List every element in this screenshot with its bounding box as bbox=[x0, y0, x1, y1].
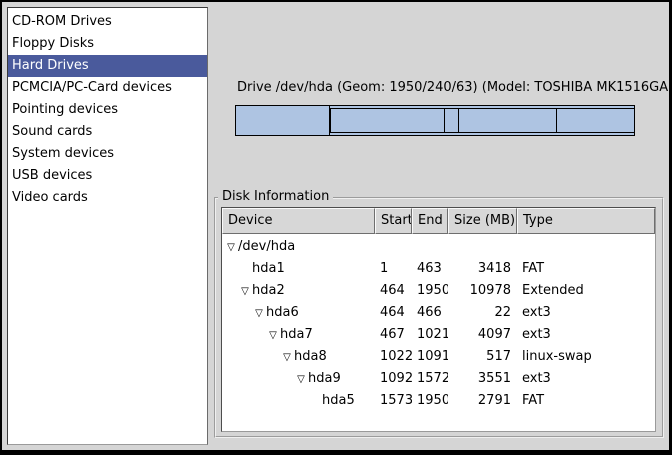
expander-open-icon[interactable]: ▽ bbox=[252, 303, 266, 324]
size-cell: 3418 bbox=[448, 258, 517, 280]
type-cell: ext3 bbox=[517, 324, 655, 346]
table-row-hda5[interactable]: hda5 157319502791FAT bbox=[222, 390, 655, 412]
table-row-hda6[interactable]: ▽hda646446622ext3 bbox=[222, 302, 655, 324]
table-row-hda7[interactable]: ▽hda746710214097ext3 bbox=[222, 324, 655, 346]
table-row-dev-hda[interactable]: ▽/dev/hda bbox=[222, 236, 655, 258]
table-body: ▽/dev/hdahda114633418FAT▽hda246419501097… bbox=[222, 234, 655, 431]
end-cell: 1021 bbox=[412, 324, 448, 346]
start-cell bbox=[375, 236, 412, 258]
size-cell: 517 bbox=[448, 346, 517, 368]
hardware-browser-window: CD-ROM DrivesFloppy DisksHard DrivesPCMC… bbox=[0, 0, 672, 455]
partition-segment-hda9 bbox=[459, 109, 557, 132]
table-row-hda2[interactable]: ▽hda2464195010978Extended bbox=[222, 280, 655, 302]
disk-information-frame: Disk Information DeviceStartEndSize (MB)… bbox=[214, 188, 664, 441]
disk-information-label: Disk Information bbox=[218, 189, 333, 205]
sidebar-item-video-cards[interactable]: Video cards bbox=[8, 187, 207, 209]
end-cell: 466 bbox=[412, 302, 448, 324]
table-row-hda9[interactable]: ▽hda9109215723551ext3 bbox=[222, 368, 655, 390]
sidebar-item-floppy-disks[interactable]: Floppy Disks bbox=[8, 33, 207, 55]
column-header-type[interactable]: Type bbox=[517, 208, 655, 234]
table-row-hda1[interactable]: hda1 14633418FAT bbox=[222, 258, 655, 280]
sidebar-item-cd-rom-drives[interactable]: CD-ROM Drives bbox=[8, 11, 207, 33]
start-cell: 1092 bbox=[375, 368, 412, 390]
end-cell: 1572 bbox=[412, 368, 448, 390]
start-cell: 464 bbox=[375, 280, 412, 302]
type-cell: FAT bbox=[517, 390, 655, 412]
start-cell: 1573 bbox=[375, 390, 412, 412]
start-cell: 1 bbox=[375, 258, 412, 280]
column-header-start[interactable]: Start bbox=[375, 208, 412, 234]
table-row-hda8[interactable]: ▽hda810221091517linux-swap bbox=[222, 346, 655, 368]
size-cell: 22 bbox=[448, 302, 517, 324]
expander-open-icon[interactable]: ▽ bbox=[280, 347, 294, 368]
end-cell: 1091 bbox=[412, 346, 448, 368]
end-cell bbox=[412, 236, 448, 258]
start-cell: 1022 bbox=[375, 346, 412, 368]
device-label: hda1 bbox=[252, 261, 285, 276]
size-cell: 3551 bbox=[448, 368, 517, 390]
start-cell: 464 bbox=[375, 302, 412, 324]
size-cell: 10978 bbox=[448, 280, 517, 302]
partition-segment-hda1 bbox=[236, 106, 330, 135]
expander-open-icon[interactable]: ▽ bbox=[224, 237, 238, 258]
end-cell: 1950 bbox=[412, 390, 448, 412]
type-cell: ext3 bbox=[517, 368, 655, 390]
sidebar-item-pointing-devices[interactable]: Pointing devices bbox=[8, 99, 207, 121]
device-label: /dev/hda bbox=[238, 239, 295, 254]
sidebar-item-pcmcia-pc-card-devices[interactable]: PCMCIA/PC-Card devices bbox=[8, 77, 207, 99]
type-cell: Extended bbox=[517, 280, 655, 302]
drive-title: Drive /dev/hda (Geom: 1950/240/63) (Mode… bbox=[237, 80, 672, 96]
sidebar-item-sound-cards[interactable]: Sound cards bbox=[8, 121, 207, 143]
device-label: hda2 bbox=[252, 283, 285, 298]
size-cell: 4097 bbox=[448, 324, 517, 346]
device-cell: ▽hda9 bbox=[222, 368, 375, 390]
size-cell: 2791 bbox=[448, 390, 517, 412]
type-cell: linux-swap bbox=[517, 346, 655, 368]
type-cell: ext3 bbox=[517, 302, 655, 324]
device-label: hda5 bbox=[322, 393, 355, 408]
device-cell: ▽hda2 bbox=[222, 280, 375, 302]
partition-segment-hda8 bbox=[445, 109, 459, 132]
partition-segment-hda5 bbox=[557, 109, 634, 132]
column-header-device[interactable]: Device bbox=[222, 208, 375, 234]
size-cell bbox=[448, 236, 517, 258]
device-cell: hda1 bbox=[222, 258, 375, 280]
device-label: hda8 bbox=[294, 349, 327, 364]
sidebar-item-usb-devices[interactable]: USB devices bbox=[8, 165, 207, 187]
end-cell: 1950 bbox=[412, 280, 448, 302]
device-cell: ▽hda7 bbox=[222, 324, 375, 346]
device-label: hda9 bbox=[308, 371, 341, 386]
device-cell: hda5 bbox=[222, 390, 375, 412]
sidebar-item-system-devices[interactable]: System devices bbox=[8, 143, 207, 165]
end-cell: 463 bbox=[412, 258, 448, 280]
device-cell: ▽/dev/hda bbox=[222, 236, 375, 258]
device-cell: ▽hda6 bbox=[222, 302, 375, 324]
expander-open-icon[interactable]: ▽ bbox=[238, 281, 252, 302]
device-cell: ▽hda8 bbox=[222, 346, 375, 368]
partition-table: DeviceStartEndSize (MB)Type ▽/dev/hdahda… bbox=[221, 207, 656, 432]
column-header-end[interactable]: End bbox=[412, 208, 448, 234]
partition-segment-hda7 bbox=[331, 109, 445, 132]
expander-open-icon[interactable]: ▽ bbox=[266, 325, 280, 346]
type-cell: FAT bbox=[517, 258, 655, 280]
type-cell bbox=[517, 236, 655, 258]
device-category-list: CD-ROM DrivesFloppy DisksHard DrivesPCMC… bbox=[7, 7, 208, 445]
table-header-row: DeviceStartEndSize (MB)Type bbox=[222, 208, 655, 234]
expander-open-icon[interactable]: ▽ bbox=[294, 369, 308, 390]
sidebar-item-hard-drives[interactable]: Hard Drives bbox=[8, 55, 207, 77]
partition-segment-extended bbox=[330, 108, 634, 133]
column-header-size-mb[interactable]: Size (MB) bbox=[448, 208, 517, 234]
partition-bar bbox=[235, 105, 635, 136]
start-cell: 467 bbox=[375, 324, 412, 346]
device-label: hda7 bbox=[280, 327, 313, 342]
device-label: hda6 bbox=[266, 305, 299, 320]
